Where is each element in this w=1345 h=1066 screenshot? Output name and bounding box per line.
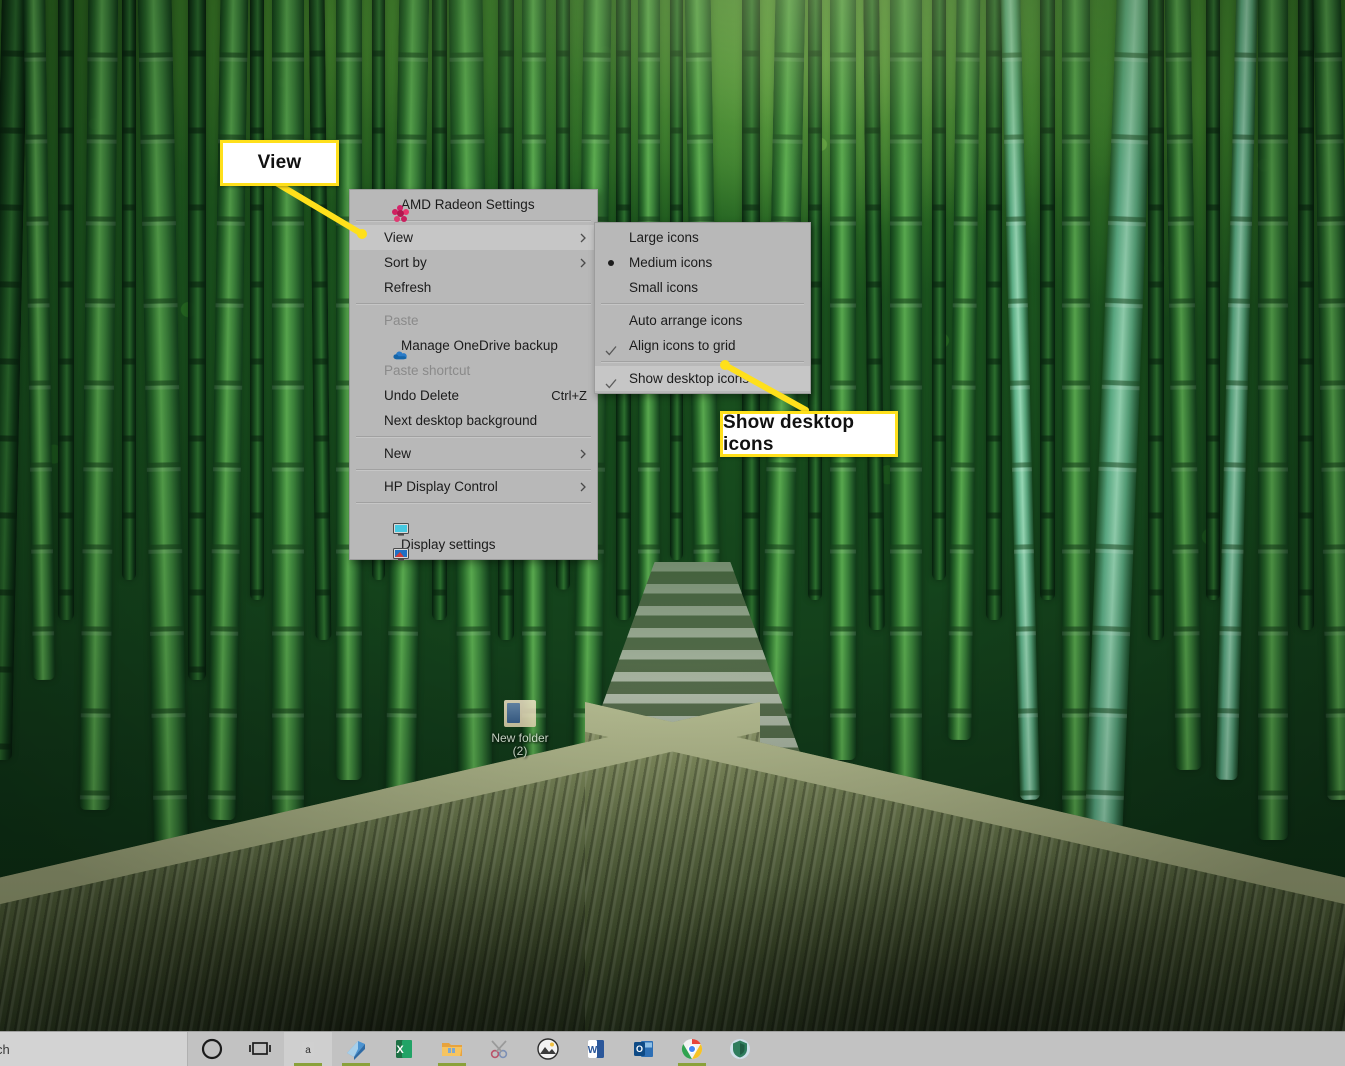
submenu-label: Align icons to grid — [629, 338, 736, 353]
context-menu-item-display-settings[interactable] — [350, 507, 597, 536]
svg-text:W: W — [588, 1045, 598, 1056]
word-icon: W — [583, 1036, 609, 1062]
submenu-item-large-icons[interactable]: Large icons — [595, 225, 810, 250]
taskbar-button-chrome[interactable] — [668, 1032, 716, 1066]
callout-view: View — [220, 140, 339, 186]
taskbar-button-outlook[interactable]: O — [620, 1032, 668, 1066]
stone-path-region — [0, 560, 1345, 1032]
desktop-icon-label: New folder (2) — [480, 732, 560, 758]
blue-book-icon — [343, 1036, 369, 1062]
desktop-icon-new-folder-2[interactable]: New folder (2) — [480, 698, 560, 758]
submenu-separator — [601, 361, 804, 363]
context-menu-item-next-desktop-background[interactable]: Next desktop background — [350, 408, 597, 433]
submenu-label: Medium icons — [629, 255, 713, 270]
context-menu-label: AMD Radeon Settings — [401, 197, 535, 212]
context-menu-label: Next desktop background — [384, 413, 538, 428]
context-menu-label: Manage OneDrive backup — [401, 338, 558, 353]
context-menu-item-hp-display-control[interactable]: HP Display Control — [350, 474, 597, 499]
callout-view-text: View — [257, 152, 302, 173]
submenu-label: Small icons — [629, 280, 699, 295]
submenu-item-show-desktop-icons[interactable]: Show desktop icons — [595, 366, 810, 391]
context-menu-label: View — [384, 230, 414, 245]
desktop-icon-label-line1: New folder — [491, 731, 549, 745]
context-menu-item-sort-by[interactable]: Sort by — [350, 250, 597, 275]
context-menu-item-new[interactable]: New — [350, 441, 597, 466]
submenu-item-medium-icons[interactable]: Medium icons — [595, 250, 810, 275]
context-menu-item-manage-onedrive-backup[interactable]: Manage OneDrive backup — [350, 333, 597, 359]
checkmark-icon — [605, 373, 617, 388]
callout-show-desktop-icons-text: Show desktop icons — [723, 412, 855, 455]
taskbar-button-task-view[interactable] — [236, 1032, 284, 1066]
desktop-icon-label-line2: (2) — [512, 744, 528, 758]
taskbar-button-app-a[interactable]: a — [284, 1032, 332, 1066]
context-menu-item-view[interactable]: View — [350, 225, 597, 250]
view-submenu[interactable]: Large icons Medium icons Small icons Aut… — [594, 222, 811, 394]
taskbar-button-cortana[interactable] — [188, 1032, 236, 1066]
amd-radeon-icon — [392, 204, 409, 222]
context-menu-separator — [356, 469, 591, 471]
task-view-icon — [247, 1036, 273, 1062]
shield-icon — [727, 1036, 753, 1062]
letter-a-icon: a — [295, 1036, 321, 1062]
taskbar: ch a — [0, 1031, 1345, 1066]
context-menu-label: Paste — [384, 313, 419, 328]
taskbar-button-file-explorer[interactable] — [428, 1032, 476, 1066]
taskbar-button-excel[interactable]: X — [380, 1032, 428, 1066]
context-menu-separator — [356, 303, 591, 305]
context-menu-label: Undo Delete — [384, 388, 460, 403]
taskbar-button-file-explorer-blue[interactable] — [332, 1032, 380, 1066]
context-menu-label: HP Display Control — [384, 479, 498, 494]
submenu-item-align-icons-to-grid[interactable]: Align icons to grid — [595, 333, 810, 358]
checkmark-icon — [605, 340, 617, 355]
svg-text:O: O — [636, 1044, 643, 1054]
submenu-label: Auto arrange icons — [629, 313, 743, 328]
context-menu-label: Sort by — [384, 255, 427, 270]
context-menu-item-paste: Paste — [350, 308, 597, 333]
context-menu-item-undo-delete[interactable]: Undo Delete Ctrl+Z — [350, 383, 597, 408]
callout-show-desktop-icons: Show desktop icons — [720, 411, 898, 457]
excel-icon: X — [391, 1036, 417, 1062]
context-menu-label: Refresh — [384, 280, 432, 295]
search-input[interactable]: ch — [0, 1032, 188, 1066]
desktop-context-menu[interactable]: AMD Radeon Settings View Sort by Refresh… — [349, 189, 598, 561]
chrome-icon — [679, 1036, 705, 1062]
scissors-icon — [487, 1036, 513, 1062]
chevron-right-icon — [578, 233, 588, 243]
chevron-right-icon — [578, 258, 588, 268]
taskbar-button-word[interactable]: W — [572, 1032, 620, 1066]
submenu-item-small-icons[interactable]: Small icons — [595, 275, 810, 300]
search-input-value: ch — [0, 1041, 10, 1057]
photos-icon — [535, 1036, 561, 1062]
folder-icon — [439, 1036, 465, 1062]
circle-icon — [199, 1036, 225, 1062]
submenu-label: Show desktop icons — [629, 371, 750, 386]
taskbar-button-security[interactable] — [716, 1032, 764, 1066]
taskbar-button-snipping-tool[interactable] — [476, 1032, 524, 1066]
chevron-right-icon — [578, 449, 588, 459]
submenu-label: Large icons — [629, 230, 699, 245]
right-thatched-hedge — [585, 702, 1345, 1032]
folder-icon — [503, 698, 537, 728]
context-menu-separator — [356, 436, 591, 438]
radio-bullet-icon — [608, 259, 614, 266]
context-menu-item-personalize[interactable]: Display settings — [350, 532, 597, 561]
context-menu-item-amd-radeon-settings[interactable]: AMD Radeon Settings — [350, 192, 597, 222]
context-menu-label: Display settings — [401, 537, 496, 552]
context-menu-item-paste-shortcut: Paste shortcut — [350, 358, 597, 383]
desktop-wallpaper[interactable] — [0, 0, 1345, 1032]
personalize-monitor-icon — [392, 545, 409, 562]
submenu-separator — [601, 303, 804, 305]
context-menu-shortcut: Ctrl+Z — [551, 388, 587, 403]
outlook-icon: O — [631, 1036, 657, 1062]
svg-text:a: a — [305, 1045, 311, 1056]
taskbar-button-photos[interactable] — [524, 1032, 572, 1066]
desktop-screen: New folder (2) AMD Radeon Settings View … — [0, 0, 1345, 1066]
context-menu-item-refresh[interactable]: Refresh — [350, 275, 597, 300]
context-menu-label: Paste shortcut — [384, 363, 471, 378]
context-menu-separator — [356, 502, 591, 504]
submenu-item-auto-arrange-icons[interactable]: Auto arrange icons — [595, 308, 810, 333]
svg-text:X: X — [396, 1044, 404, 1056]
chevron-right-icon — [578, 482, 588, 492]
context-menu-label: New — [384, 446, 412, 461]
